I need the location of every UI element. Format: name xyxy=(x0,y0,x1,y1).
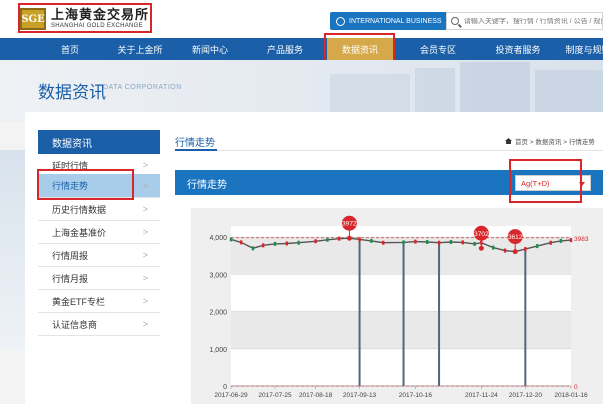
candle-mark xyxy=(297,240,300,245)
candle-mark xyxy=(549,240,552,245)
search-box[interactable] xyxy=(446,12,603,30)
nav-item-investors[interactable]: 投资者服务 xyxy=(478,38,558,60)
home-icon xyxy=(505,138,512,144)
search-icon[interactable] xyxy=(451,17,459,25)
search-input[interactable] xyxy=(463,17,602,25)
sidebar-item-label: 上海金基准价 xyxy=(52,227,107,238)
nav-item-rules[interactable]: 制度与规则 xyxy=(558,38,603,60)
price-chart: 0 1,000 2,000 3,000 4,000 2017-06-29 2017-07-2… xyxy=(191,208,603,404)
chevron-right-icon: > xyxy=(142,273,148,283)
candle-mark xyxy=(426,240,429,244)
candle-mark xyxy=(251,246,255,251)
candle-mark xyxy=(503,248,507,253)
chevron-right-icon: > xyxy=(142,180,148,191)
chevron-right-icon: > xyxy=(142,227,148,237)
candle-mark xyxy=(273,241,277,246)
grid-band xyxy=(231,311,571,349)
marker-point xyxy=(512,249,518,255)
x-tick-label: 2018-01-16 xyxy=(554,392,588,399)
candle-mark xyxy=(437,240,441,245)
international-business-button[interactable]: INTERNATIONAL BUSINESS xyxy=(330,12,448,30)
highlight-box-sidebar xyxy=(37,169,134,200)
candle-mark xyxy=(535,244,539,249)
candle-mark xyxy=(382,240,385,245)
breadcrumb-text[interactable]: 首页 > 数据资讯 > 行情走势 xyxy=(515,136,595,146)
candle-mark xyxy=(491,245,495,250)
page-title: 行情走势 xyxy=(175,138,215,149)
candle-mark xyxy=(358,237,361,242)
chevron-right-icon: > xyxy=(142,296,148,306)
y-tick-label: 0 xyxy=(223,384,227,391)
highlight-box-logo xyxy=(18,3,152,33)
candle-mark xyxy=(370,238,373,243)
reference-label: 3983 xyxy=(574,236,589,243)
marker-label: 3702 xyxy=(474,231,489,238)
banner-title: 数据资讯 xyxy=(38,83,106,103)
candle-mark xyxy=(239,240,243,245)
nav-item-home[interactable]: 首页 xyxy=(40,38,100,60)
candle-mark xyxy=(414,239,417,244)
nav-item-products[interactable]: 产品服务 xyxy=(250,38,320,60)
candle-mark xyxy=(473,241,476,246)
x-tick-label: 2017-12-20 xyxy=(509,392,543,399)
price-chart-svg: 0 1,000 2,000 3,000 4,000 2017-06-29 2017-07-2… xyxy=(209,215,589,399)
sidebar-item-label: 历史行情数据 xyxy=(52,204,107,215)
sidebar-item-label: 黄金ETF专栏 xyxy=(52,296,105,307)
sidebar-item-monthly-report[interactable]: 行情月报 > xyxy=(38,267,160,290)
globe-icon xyxy=(336,16,345,26)
background-decoration xyxy=(0,150,25,350)
y-tick-label: 1,000 xyxy=(209,347,227,354)
candle-mark xyxy=(569,238,573,243)
sidebar-heading: 数据资讯 xyxy=(38,130,160,154)
x-tick-label: 2017-09-13 xyxy=(343,392,377,399)
x-tick-label: 2017-06-29 xyxy=(214,392,248,399)
international-business-label: INTERNATIONAL BUSINESS xyxy=(349,17,442,25)
sidebar-item-label: 认证信息商 xyxy=(52,319,98,330)
candle-mark xyxy=(461,240,464,245)
x-tick-label: 2017-11-24 xyxy=(465,392,498,399)
chevron-right-icon: > xyxy=(142,250,148,260)
x-tick-label: 2017-10-16 xyxy=(399,392,433,399)
sidebar-item-certified-vendors[interactable]: 认证信息商 > xyxy=(38,313,160,336)
candle-mark xyxy=(559,238,563,243)
candle-mark xyxy=(402,240,405,245)
chevron-right-icon: > xyxy=(142,160,148,170)
banner-subtitle: DATA CORPORATION xyxy=(103,84,182,91)
candle-mark xyxy=(326,237,329,242)
x-tick-label: 2017-08-18 xyxy=(299,392,333,399)
chart-header-title: 行情走势 xyxy=(187,180,227,191)
x-tick-label: 2017-07-25 xyxy=(258,392,292,399)
nav-item-news[interactable]: 新闻中心 xyxy=(180,38,240,60)
breadcrumb: 首页 > 数据资讯 > 行情走势 xyxy=(505,136,595,146)
sidebar-item-history-data[interactable]: 历史行情数据 > xyxy=(38,198,160,221)
candle-mark xyxy=(285,241,289,246)
nav-item-about[interactable]: 关于上金所 xyxy=(105,38,175,60)
candle-mark xyxy=(524,247,527,252)
sidebar-item-benchmark-price[interactable]: 上海金基准价 > xyxy=(38,221,160,244)
marker-point xyxy=(478,245,484,251)
candle-mark xyxy=(229,237,233,242)
candle-mark xyxy=(261,243,265,248)
chevron-right-icon: > xyxy=(142,204,148,214)
y-tick-label: 2,000 xyxy=(209,310,227,317)
y-tick-label: 3,000 xyxy=(209,272,227,279)
reference-label: 0 xyxy=(574,384,578,391)
sidebar-item-weekly-report[interactable]: 行情周报 > xyxy=(38,244,160,267)
y-tick-label: 4,000 xyxy=(209,235,227,242)
highlight-box-select xyxy=(509,159,582,203)
sidebar-item-label: 行情周报 xyxy=(52,250,89,261)
sidebar-item-gold-etf[interactable]: 黄金ETF专栏 > xyxy=(38,290,160,313)
nav-item-members[interactable]: 会员专区 xyxy=(405,38,471,60)
main-nav: 首页 关于上金所 新闻中心 产品服务 数据资讯 会员专区 投资者服务 制度与规则 xyxy=(0,38,603,60)
marker-label: 3612 xyxy=(508,234,523,241)
marker-point xyxy=(346,235,352,241)
content-panel: 数据资讯 延时行情 > 行情走势 > 历史行情数据 > 上海金基准价 > 行情周报 > 行… xyxy=(25,112,603,404)
candle-mark xyxy=(449,240,453,244)
marker-label: 3972 xyxy=(342,221,357,228)
sidebar-item-label: 行情月报 xyxy=(52,273,89,284)
candle-mark xyxy=(314,239,317,244)
candle-mark xyxy=(338,236,341,241)
chevron-right-icon: > xyxy=(142,319,148,329)
